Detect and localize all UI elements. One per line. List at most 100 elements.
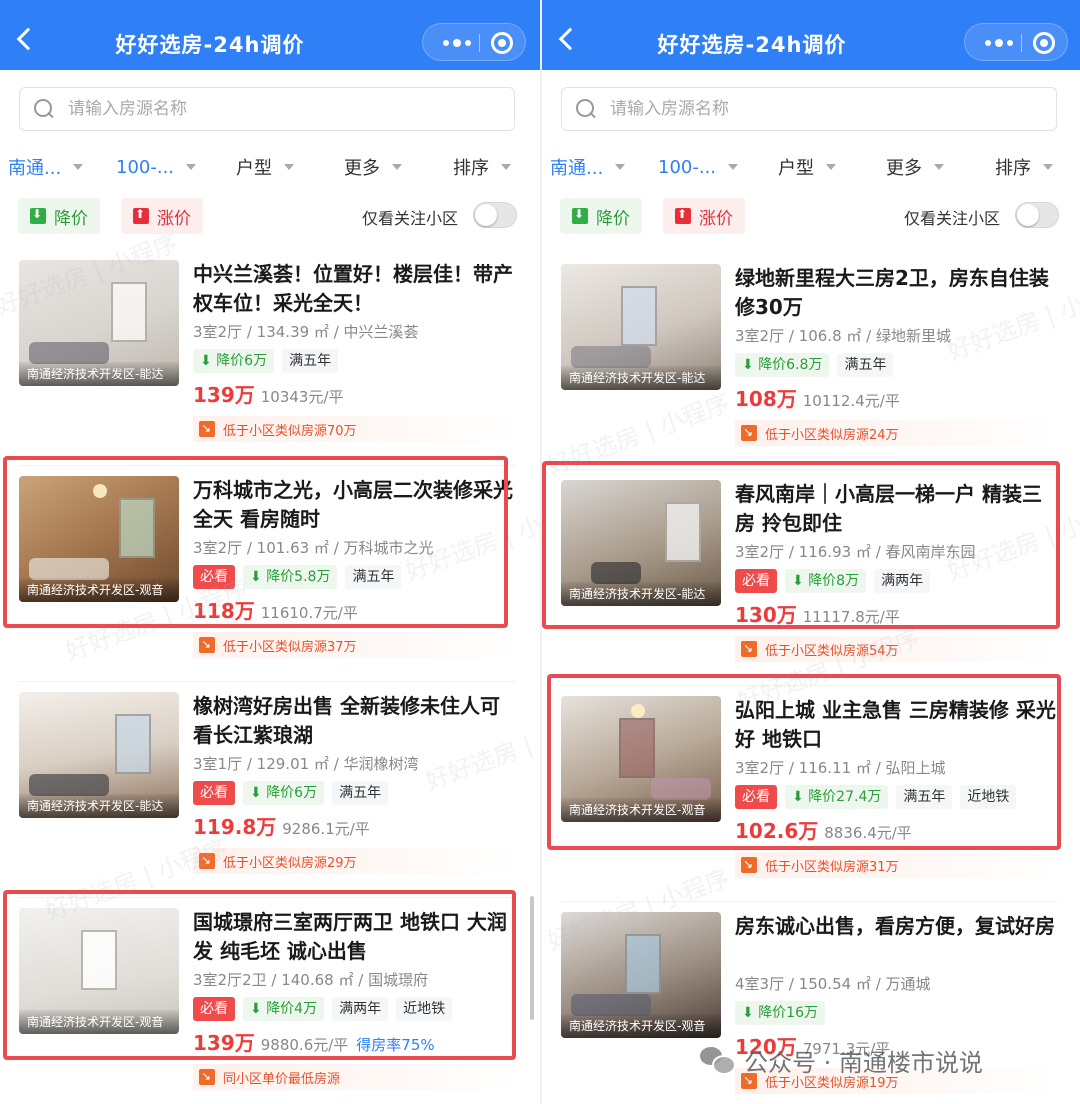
price-drop-tag: 降价6万 [193, 349, 275, 373]
hint-text: 低于小区类似房源29万 [223, 855, 357, 871]
arrow-up-icon [675, 207, 691, 224]
must-see-badge: 必看 [193, 781, 235, 805]
chevron-down-icon [392, 164, 402, 170]
filter-sort[interactable]: 排序 [995, 150, 1053, 184]
total-price: 139万 [193, 383, 255, 407]
chip-label: 降价 [596, 208, 630, 229]
filter-region[interactable]: 南通... [550, 150, 626, 184]
photo-window [625, 934, 661, 994]
filter-label: 南通... [550, 158, 604, 179]
close-target-icon[interactable] [1033, 32, 1055, 54]
filter-sort[interactable]: 排序 [453, 150, 511, 184]
right-panel: 好好选房-24h调价 南通... 100-... 户型 更多 排序 降价 涨价 … [542, 0, 1080, 1104]
comparison-hint: 低于小区类似房源29万 [193, 848, 515, 874]
chevron-down-icon [186, 164, 197, 170]
price-drop-tag: 降价16万 [735, 1001, 826, 1025]
listing-info: 中兴兰溪荟！位置好！楼层佳！带产权车位！采光全天！ 3室2厅 / 134.39 … [193, 260, 515, 407]
comparison-hint: 低于小区类似房源31万 [735, 852, 1057, 878]
trend-down-icon [741, 425, 757, 441]
filter-layout[interactable]: 户型 [778, 150, 836, 184]
wechat-icon [700, 1045, 736, 1075]
chip-label: 涨价 [157, 208, 191, 229]
capsule-divider [479, 34, 480, 52]
highlight-box [3, 456, 508, 628]
chevron-down-icon [1043, 164, 1053, 170]
close-target-icon[interactable] [491, 32, 513, 54]
more-dots-icon[interactable] [979, 24, 1019, 62]
price-drop-tag: 降价6万 [243, 781, 325, 805]
quick-tag-bar: 降价 涨价 仅看关注小区 [0, 198, 540, 234]
hint-text: 低于小区类似房源31万 [765, 859, 899, 875]
photo-window [115, 714, 151, 774]
filter-price[interactable]: 100-... [658, 150, 739, 184]
arrow-down-icon [572, 207, 588, 224]
hint-text: 同小区单价最低房源 [223, 1071, 341, 1087]
chevron-down-icon [615, 164, 626, 170]
unit-price: 10343元/平 [260, 388, 344, 406]
search-input[interactable] [610, 88, 1040, 130]
listing-title: 中兴兰溪荟！位置好！楼层佳！带产权车位！采光全天！ [193, 262, 513, 315]
follow-only-toggle[interactable] [1015, 202, 1059, 228]
trend-down-icon [199, 853, 215, 869]
mini-program-capsule [422, 23, 526, 61]
photo-caption: 南通经济技术开发区-观音 [561, 1014, 721, 1038]
mini-program-capsule [964, 23, 1068, 61]
chevron-down-icon [284, 164, 294, 170]
highlight-box [3, 890, 516, 1060]
filter-more[interactable]: 更多 [344, 150, 402, 184]
feature-tag: 满五年 [332, 781, 389, 805]
total-price: 108万 [735, 387, 797, 411]
chevron-down-icon [728, 164, 739, 170]
search-input[interactable] [68, 88, 498, 130]
search-box[interactable] [561, 87, 1057, 131]
filter-label: 排序 [995, 158, 1031, 179]
listing-info: 绿地新里程大三房2卫，房东自住装修30万 3室2厅 / 106.8 ㎡ / 绿地… [735, 264, 1057, 411]
photo-sofa [571, 346, 651, 368]
arrow-up-icon [133, 207, 149, 224]
photo-sofa [29, 774, 109, 796]
highlight-box [542, 461, 1060, 629]
highlight-box [547, 674, 1061, 850]
comparison-hint: 低于小区类似房源24万 [735, 420, 1057, 446]
filter-label: 更多 [886, 158, 922, 179]
search-box[interactable] [19, 87, 515, 131]
scrollbar[interactable] [530, 896, 534, 1020]
hint-text: 低于小区类似房源70万 [223, 423, 357, 439]
filter-more[interactable]: 更多 [886, 150, 944, 184]
filter-region[interactable]: 南通... [8, 150, 84, 184]
price-up-chip[interactable]: 涨价 [663, 198, 745, 234]
chip-label: 涨价 [699, 208, 733, 229]
filter-label: 100-... [658, 156, 717, 178]
filter-bar: 南通... 100-... 户型 更多 排序 [542, 150, 1080, 184]
search-icon [34, 99, 54, 119]
divider [19, 681, 515, 682]
total-price: 119.8万 [193, 815, 277, 839]
price-down-chip[interactable]: 降价 [560, 198, 642, 234]
listing-meta: 3室2厅 / 134.39 ㎡ / 中兴兰溪荟 [193, 323, 419, 341]
listing-card[interactable]: 南通经济技术开发区-能达 绿地新里程大三房2卫，房东自住装修30万 3室2厅 /… [542, 264, 1080, 478]
unit-price: 9286.1元/平 [282, 820, 370, 838]
follow-only-toggle[interactable] [473, 202, 517, 228]
listing-tags: 降价16万 [735, 1001, 1057, 1025]
listing-title: 绿地新里程大三房2卫，房东自住装修30万 [735, 266, 1049, 319]
photo-caption: 南通经济技术开发区-能达 [561, 366, 721, 390]
nav-bar: 好好选房-24h调价 [542, 0, 1080, 70]
price-down-chip[interactable]: 降价 [18, 198, 100, 234]
more-dots-icon[interactable] [437, 24, 477, 62]
listing-title: 房东诚心出售，看房方便，复试好房 [735, 914, 1055, 938]
filter-label: 户型 [236, 158, 272, 179]
nav-bar: 好好选房-24h调价 [0, 0, 540, 70]
arrow-down-icon [30, 207, 46, 224]
listing-meta: 4室3厅 / 150.54 ㎡ / 万通城 [735, 975, 931, 993]
divider [561, 901, 1057, 902]
price-row: 119.8万 9286.1元/平 [193, 811, 515, 839]
filter-layout[interactable]: 户型 [236, 150, 294, 184]
chevron-down-icon [826, 164, 836, 170]
trend-down-icon [741, 857, 757, 873]
listing-card[interactable]: 南通经济技术开发区-能达 橡树湾好房出售 全新装修未住人可看长江紫琅湖 3室1厅… [0, 692, 540, 906]
listing-card[interactable]: 南通经济技术开发区-能达 中兴兰溪荟！位置好！楼层佳！带产权车位！采光全天！ 3… [0, 260, 540, 474]
filter-label: 南通... [8, 158, 62, 179]
filter-price[interactable]: 100-... [116, 150, 197, 184]
price-up-chip[interactable]: 涨价 [121, 198, 203, 234]
trend-down-icon [199, 421, 215, 437]
